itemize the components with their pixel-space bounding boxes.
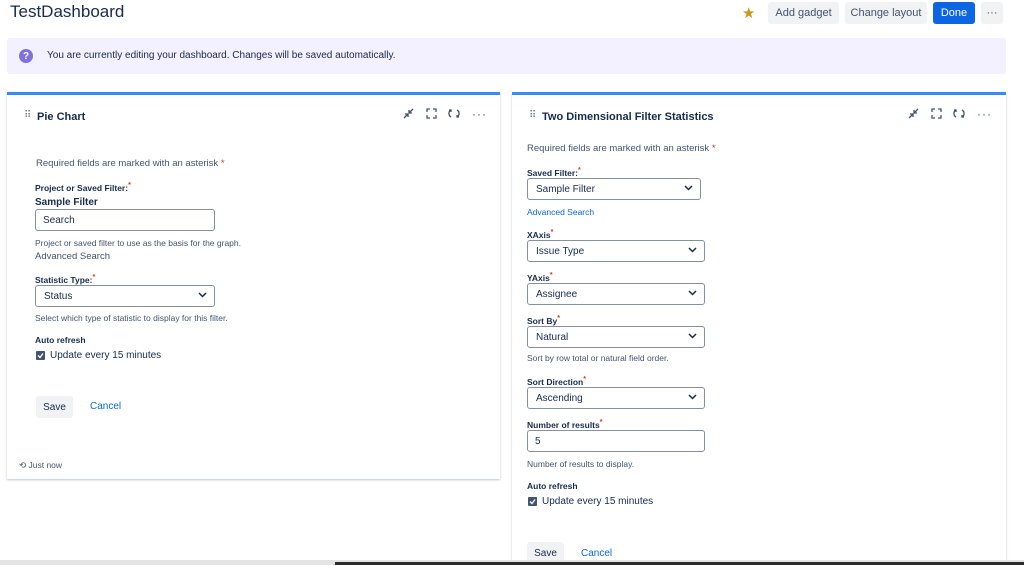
sort-direction-label: Sort Direction* <box>527 375 586 387</box>
drag-handle-icon[interactable]: ⠿ <box>529 110 536 121</box>
xaxis-select[interactable]: Issue Type <box>527 240 705 262</box>
advanced-search-link[interactable]: Advanced Search <box>527 207 594 217</box>
pie-chart-gadget: ⠿ Pie Chart ··· Required fields are mark… <box>7 92 500 479</box>
auto-refresh-label: Auto refresh <box>527 481 578 491</box>
sort-direction-select[interactable]: Ascending <box>527 387 705 409</box>
save-button[interactable]: Save <box>36 396 73 418</box>
maximize-icon[interactable] <box>931 108 942 122</box>
add-gadget-button[interactable]: Add gadget <box>768 2 839 24</box>
sort-by-label: Sort By* <box>527 314 560 326</box>
editing-banner: ? You are currently editing your dashboa… <box>7 38 1006 74</box>
gadget-menu-icon[interactable]: ··· <box>977 107 992 121</box>
banner-message: You are currently editing your dashboard… <box>47 50 396 61</box>
dashboard-title: TestDashboard <box>10 2 125 21</box>
gadget-title: Pie Chart <box>37 111 86 123</box>
required-note: Required fields are marked with an aster… <box>527 143 716 154</box>
sort-by-select[interactable]: Natural <box>527 326 705 348</box>
window-scrollbar[interactable] <box>0 560 1024 565</box>
refresh-icon[interactable] <box>953 108 965 122</box>
auto-refresh-text: Update every 15 minutes <box>50 350 162 361</box>
gadget-menu-icon[interactable]: ··· <box>472 107 487 121</box>
auto-refresh-checkbox[interactable] <box>528 497 537 506</box>
statistic-type-select[interactable]: Status <box>35 285 215 307</box>
cancel-link[interactable]: Cancel <box>90 401 121 412</box>
minimize-icon[interactable] <box>908 108 919 122</box>
xaxis-label: XAxis* <box>527 228 554 240</box>
saved-filter-select[interactable]: Sample Filter <box>527 178 701 200</box>
drag-handle-icon[interactable]: ⠿ <box>24 110 31 121</box>
yaxis-label: YAxis* <box>527 271 553 283</box>
minimize-icon[interactable] <box>403 108 414 122</box>
selected-filter-name: Sample Filter <box>35 197 98 208</box>
filter-search-input[interactable]: Search <box>35 209 215 231</box>
maximize-icon[interactable] <box>426 108 437 122</box>
number-of-results-label: Number of results* <box>527 418 603 430</box>
number-of-results-help: Number of results to display. <box>527 459 635 469</box>
auto-refresh-text: Update every 15 minutes <box>542 496 654 507</box>
sort-by-help: Sort by row total or natural field order… <box>527 353 669 363</box>
statistic-type-label: Statistic Type:* <box>35 273 96 285</box>
advanced-search-link[interactable]: Advanced Search <box>35 251 110 262</box>
info-icon: ? <box>19 49 33 63</box>
more-actions-button[interactable]: ··· <box>981 2 1003 24</box>
project-help-text: Project or saved filter to use as the ba… <box>35 238 241 248</box>
required-note: Required fields are marked with an aster… <box>36 158 225 169</box>
saved-filter-label: Saved Filter:* <box>527 166 581 178</box>
statistic-help-text: Select which type of statistic to displa… <box>35 313 228 323</box>
yaxis-select[interactable]: Assignee <box>527 283 705 305</box>
star-icon[interactable]: ★ <box>742 4 755 22</box>
cancel-link[interactable]: Cancel <box>581 548 612 559</box>
chevron-down-icon <box>198 292 207 298</box>
chevron-down-icon <box>684 185 693 191</box>
number-of-results-input[interactable]: 5 <box>527 430 705 452</box>
chevron-down-icon <box>688 247 697 253</box>
last-updated: ⟲ Just now <box>19 460 63 470</box>
chevron-down-icon <box>688 394 697 400</box>
chevron-down-icon <box>688 290 697 296</box>
gadget-title: Two Dimensional Filter Statistics <box>542 111 714 123</box>
two-dimensional-gadget: ⠿ Two Dimensional Filter Statistics ··· … <box>512 92 1006 564</box>
auto-refresh-label: Auto refresh <box>35 335 86 345</box>
dashboard-header: TestDashboard ★ Add gadget Change layout… <box>0 0 1024 28</box>
refresh-small-icon: ⟲ <box>19 460 27 470</box>
refresh-icon[interactable] <box>448 108 460 122</box>
auto-refresh-checkbox[interactable] <box>36 351 45 360</box>
change-layout-button[interactable]: Change layout <box>845 2 927 24</box>
done-button[interactable]: Done <box>933 2 975 24</box>
chevron-down-icon <box>688 333 697 339</box>
project-filter-label: Project or Saved Filter:* <box>35 181 131 193</box>
